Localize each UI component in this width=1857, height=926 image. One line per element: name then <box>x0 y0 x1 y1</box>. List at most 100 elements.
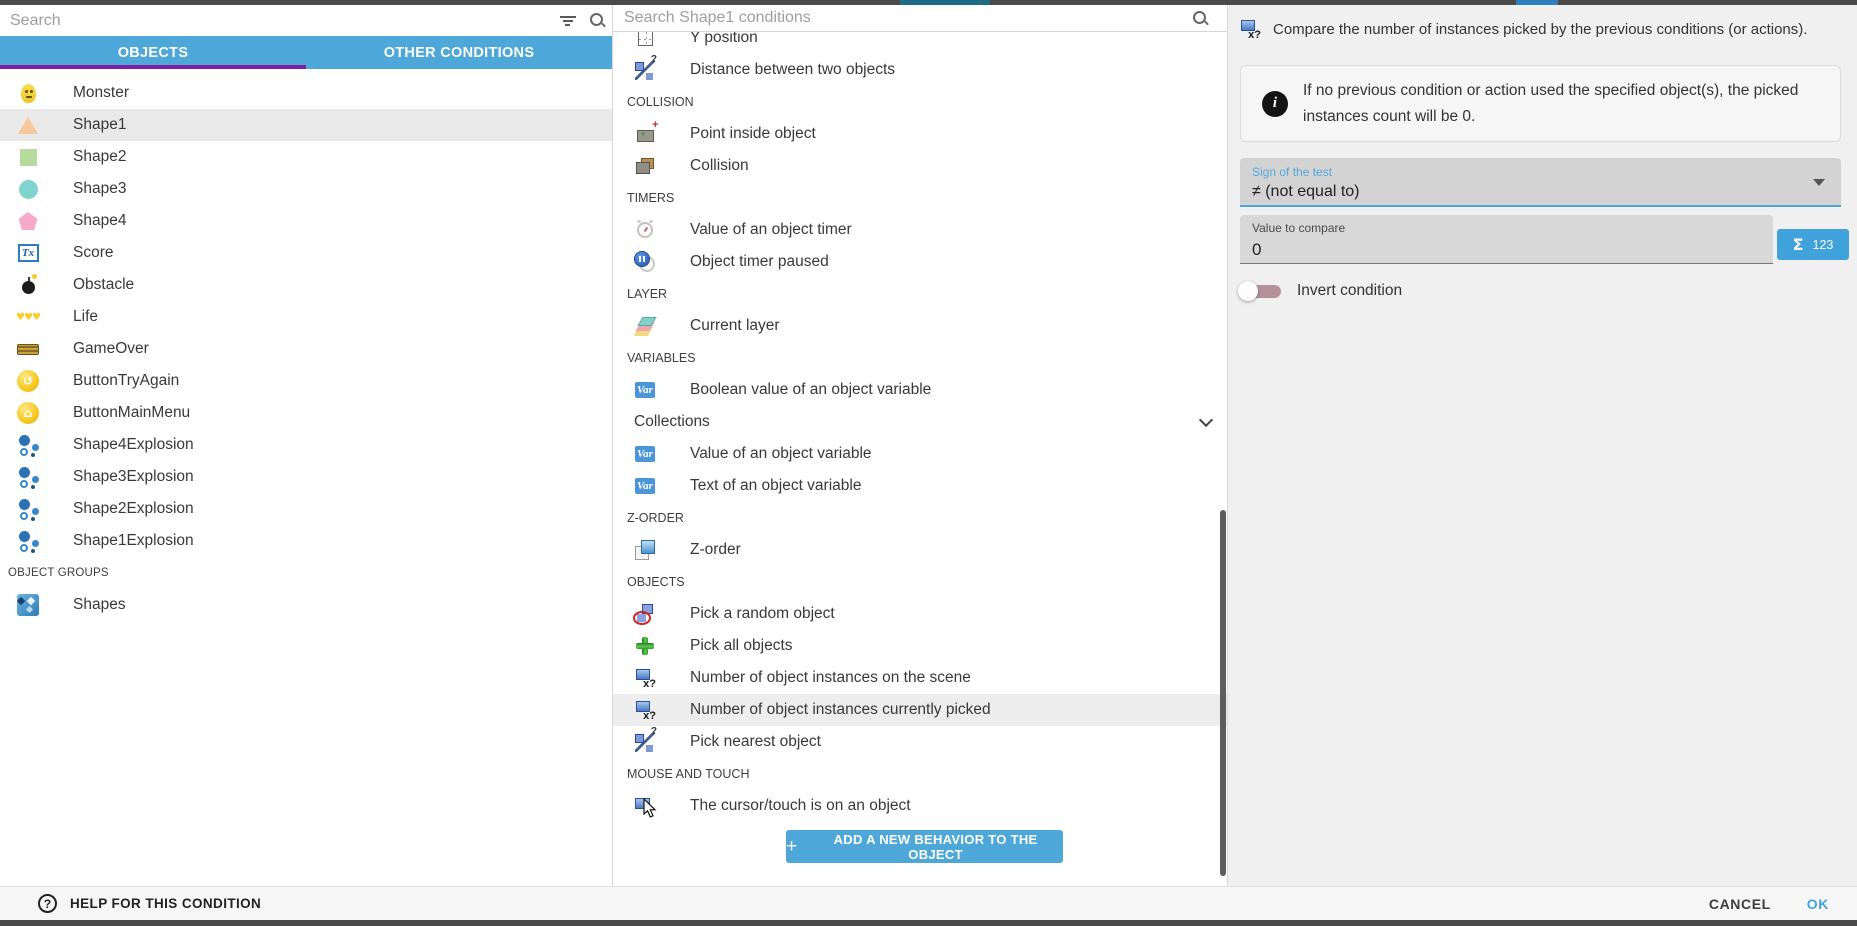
invert-condition-label: Invert condition <box>1297 282 1402 300</box>
object-item-life[interactable]: ♥♥♥Life <box>0 301 612 333</box>
condition-item-number-of-object-instances-on-the-scene[interactable]: Number of object instances on the scene <box>613 662 1227 694</box>
info-box: i If no previous condition or action use… <box>1240 65 1841 142</box>
condition-item-current-layer[interactable]: Current layer <box>613 310 1227 342</box>
value-to-compare-field[interactable]: Value to compare 0 <box>1240 215 1773 264</box>
condition-item-point-inside-object[interactable]: Point inside object <box>613 118 1227 150</box>
object-group-item-shapes[interactable]: Shapes <box>0 589 612 621</box>
icon-box <box>17 82 39 104</box>
objects-list: Monster Shape1 Shape2 Shape3Shape4TxScoreOb… <box>0 77 612 621</box>
var-icon: Var <box>635 446 655 462</box>
condition-label: Number of object instances on the scene <box>690 669 971 687</box>
object-item-shape1[interactable]: Shape1 <box>0 109 612 141</box>
condition-group-collections[interactable]: Collections <box>613 406 1227 438</box>
object-name: Shape2 <box>73 148 126 166</box>
object-item-buttontryagain[interactable]: ↺ButtonTryAgain <box>0 365 612 397</box>
tab-objects[interactable]: OBJECTS <box>0 36 306 69</box>
condition-label: Value of an object timer <box>690 221 852 239</box>
search-icon[interactable] <box>589 12 606 29</box>
chevron-down-icon <box>1813 179 1825 186</box>
condition-item-number-of-object-instances-currently-picked[interactable]: Number of object instances currently pic… <box>613 694 1227 726</box>
objects-search-input[interactable] <box>0 5 559 36</box>
condition-item-collision[interactable]: Collision <box>613 150 1227 182</box>
condition-editor-dialog: OBJECTSOTHER CONDITIONS Monster Shape1 Sha… <box>0 0 1857 926</box>
condition-label: Pick all objects <box>690 637 793 655</box>
icon-box: Var <box>635 380 655 400</box>
condition-item-distance-between-two-objects[interactable]: Distance between two objects <box>613 54 1227 86</box>
condition-item-z-order[interactable]: Z-order <box>613 534 1227 566</box>
pick-random-icon <box>635 604 655 624</box>
help-for-condition-button[interactable]: ? HELP FOR THIS CONDITION <box>38 894 261 913</box>
condition-label: The cursor/touch is on an object <box>690 797 911 815</box>
object-item-shape1explosion[interactable]: Shape1Explosion <box>0 525 612 557</box>
window-top-edge <box>0 0 1857 5</box>
object-item-shape4[interactable]: Shape4 <box>0 205 612 237</box>
cancel-button[interactable]: CANCEL <box>1709 896 1771 912</box>
object-item-shape3[interactable]: Shape3 <box>0 173 612 205</box>
condition-item-value-of-an-object-timer[interactable]: Value of an object timer <box>613 214 1227 246</box>
condition-label: Current layer <box>690 317 780 335</box>
condition-item-text-of-an-object-variable[interactable]: VarText of an object variable <box>613 470 1227 502</box>
objects-tabs: OBJECTSOTHER CONDITIONS <box>0 36 612 69</box>
condition-item-the-cursor-touch-is-on-an-object[interactable]: The cursor/touch is on an object <box>613 790 1227 822</box>
condition-item-pick-a-random-object[interactable]: Pick a random object <box>613 598 1227 630</box>
object-name: Shape4Explosion <box>73 436 194 454</box>
icon-box <box>17 210 39 232</box>
object-groups-header: OBJECT GROUPS <box>0 557 612 589</box>
conditions-search-input[interactable] <box>613 5 1192 31</box>
object-item-monster[interactable]: Monster <box>0 77 612 109</box>
object-item-gameover[interactable]: GameOver <box>0 333 612 365</box>
tab-other-conditions[interactable]: OTHER CONDITIONS <box>306 36 612 69</box>
pick-all-icon <box>635 636 655 656</box>
section-header-z-order: Z-ORDER <box>613 502 1227 534</box>
icon-box <box>17 146 39 168</box>
scrollbar-thumb[interactable] <box>1220 510 1226 876</box>
pick-nearest-icon <box>635 732 655 752</box>
invert-condition-toggle[interactable] <box>1238 280 1284 302</box>
condition-item-object-timer-paused[interactable]: Object timer paused <box>613 246 1227 278</box>
value-to-compare-value: 0 <box>1252 240 1761 260</box>
icon-box <box>635 540 655 560</box>
circle-icon <box>19 180 38 199</box>
toggle-knob <box>1238 281 1258 301</box>
condition-label: Pick nearest object <box>690 733 821 751</box>
condition-item-value-of-an-object-variable[interactable]: VarValue of an object variable <box>613 438 1227 470</box>
object-item-shape2[interactable]: Shape2 <box>0 141 612 173</box>
icon-box <box>635 636 655 656</box>
square-icon <box>20 149 37 166</box>
object-name: Shape1 <box>73 116 126 134</box>
object-item-obstacle[interactable]: Obstacle <box>0 269 612 301</box>
icon-box: ⌂ <box>17 402 39 424</box>
condition-label: Boolean value of an object variable <box>690 381 931 399</box>
object-item-buttonmainmenu[interactable]: ⌂ButtonMainMenu <box>0 397 612 429</box>
icon-box <box>635 700 655 720</box>
object-item-score[interactable]: TxScore <box>0 237 612 269</box>
conditions-list: Y positionDistance between two objectsCO… <box>613 22 1227 822</box>
condition-item-boolean-value-of-an-object-variable[interactable]: Var Boolean value of an object variable <box>613 374 1227 406</box>
condition-label: Point inside object <box>690 125 816 143</box>
object-item-shape4explosion[interactable]: Shape4Explosion <box>0 429 612 461</box>
value-to-compare-label: Value to compare <box>1252 221 1761 235</box>
instance-count-icon <box>1240 20 1260 39</box>
object-item-shape2explosion[interactable]: Shape2Explosion <box>0 493 612 525</box>
filter-icon[interactable] <box>559 15 576 27</box>
timer-icon <box>637 222 653 238</box>
ok-button[interactable]: OK <box>1807 896 1829 912</box>
icon-box <box>635 252 655 272</box>
expression-editor-button[interactable]: Σ 123 <box>1777 229 1849 260</box>
score-text-icon: Tx <box>18 244 39 262</box>
condition-item-pick-nearest-object[interactable]: Pick nearest object <box>613 726 1227 758</box>
object-group-name: Shapes <box>73 596 126 614</box>
search-icon[interactable] <box>1192 10 1209 27</box>
collision-icon <box>635 157 655 175</box>
explosion-icon <box>17 530 39 552</box>
add-behavior-button[interactable]: + ADD A NEW BEHAVIOR TO THE OBJECT <box>786 830 1063 863</box>
object-item-shape3explosion[interactable]: Shape3Explosion <box>0 461 612 493</box>
icon-box <box>635 156 655 176</box>
sign-of-test-dropdown[interactable]: Sign of the test ≠ (not equal to) <box>1240 158 1841 207</box>
shapes-group-icon <box>17 594 39 616</box>
add-behavior-label: ADD A NEW BEHAVIOR TO THE OBJECT <box>808 832 1063 862</box>
section-header-timers: TIMERS <box>613 182 1227 214</box>
icon-box <box>17 434 39 456</box>
triangle-icon <box>18 117 38 134</box>
condition-item-pick-all-objects[interactable]: Pick all objects <box>613 630 1227 662</box>
